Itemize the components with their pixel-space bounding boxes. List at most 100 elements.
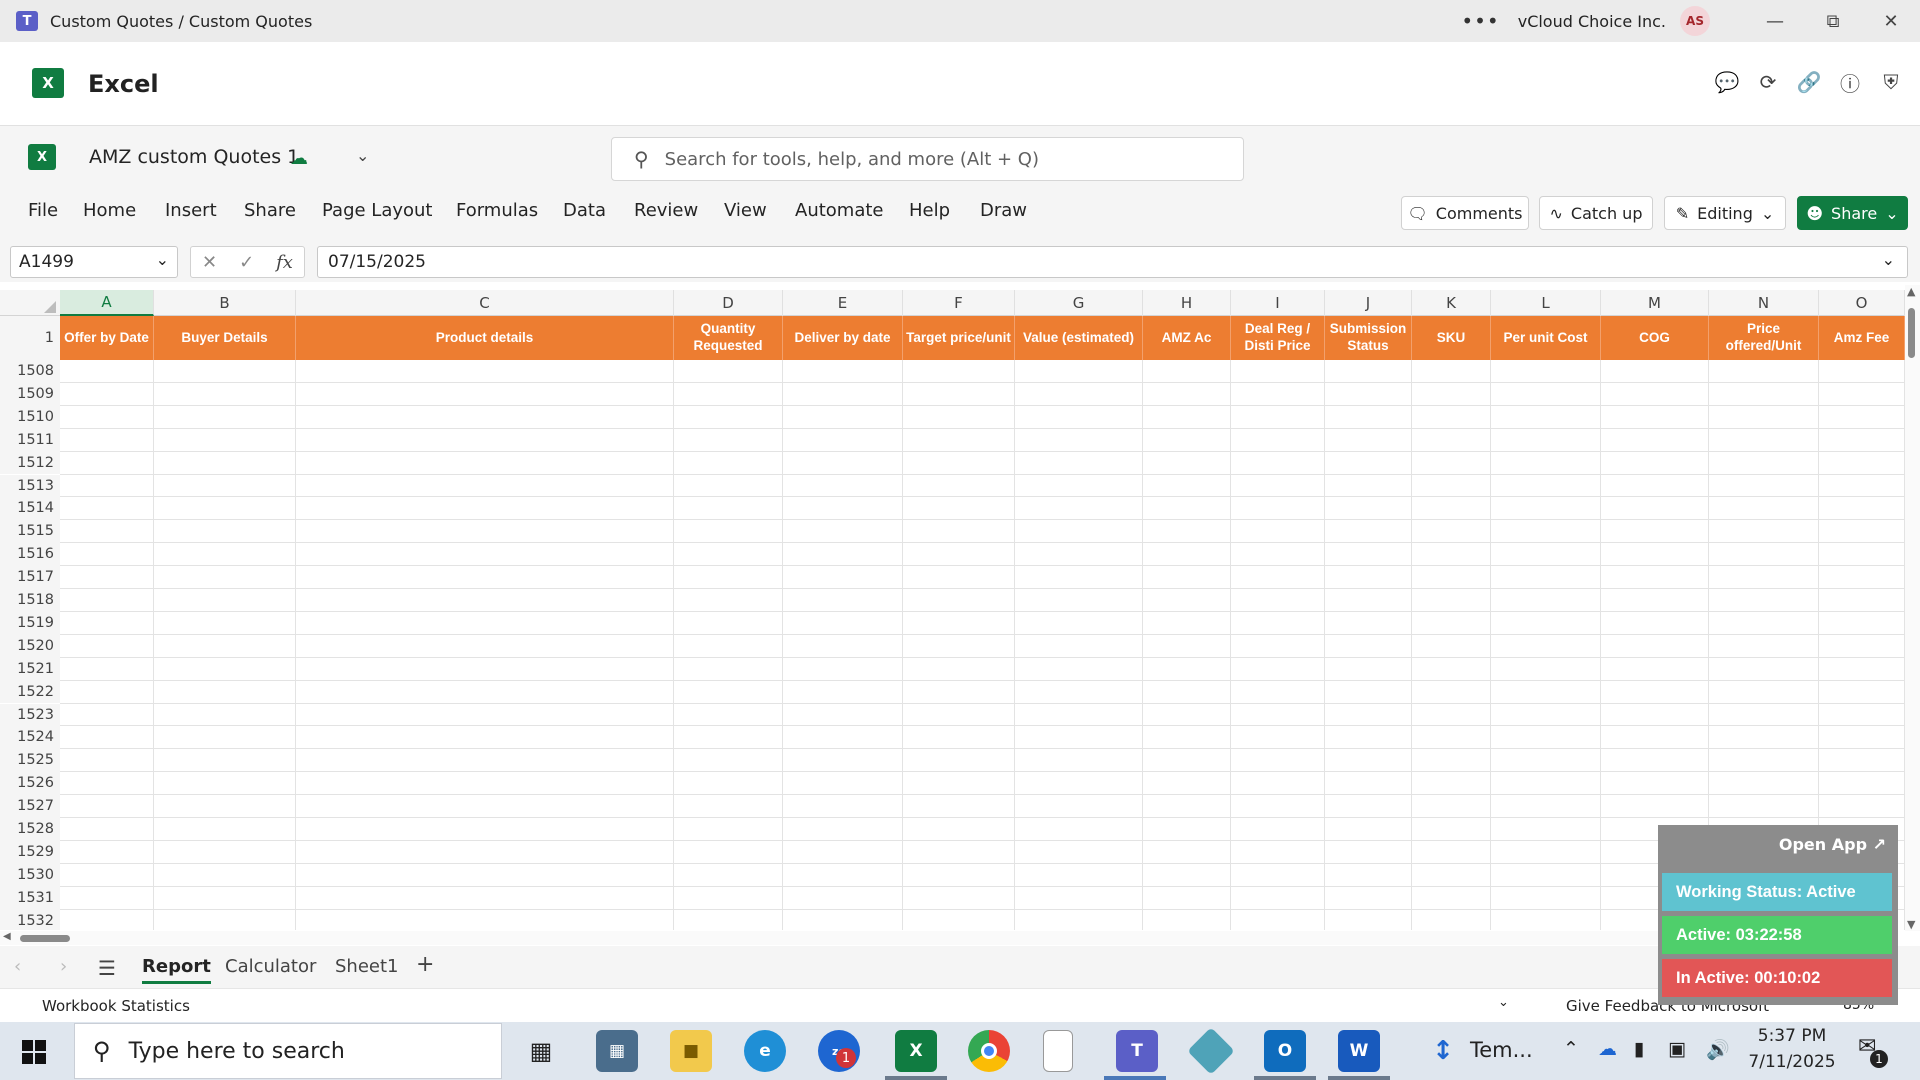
row-number[interactable]: 1513 xyxy=(0,474,60,498)
document-app-icon[interactable] xyxy=(1043,1030,1073,1072)
tab-sheet1[interactable]: Sheet1 xyxy=(335,956,399,977)
clock-time[interactable]: 5:37 PM xyxy=(1752,1026,1832,1046)
link-icon[interactable]: 🔗 xyxy=(1795,68,1823,96)
volume-icon[interactable]: 🔊 xyxy=(1706,1038,1730,1061)
comments-button[interactable]: 🗨 Comments xyxy=(1401,196,1529,230)
column-header-k[interactable]: K xyxy=(1412,290,1491,316)
row-number[interactable]: 1532 xyxy=(0,909,60,930)
column-header-m[interactable]: M xyxy=(1601,290,1709,316)
word-app-icon[interactable]: W xyxy=(1338,1030,1380,1072)
share-button[interactable]: ☻ Share ⌄ xyxy=(1797,196,1908,230)
column-header-c[interactable]: C xyxy=(296,290,674,316)
info-icon[interactable]: ⓘ xyxy=(1836,68,1864,96)
restore-button[interactable]: ⧉ xyxy=(1804,0,1862,42)
header-cell-o[interactable]: Amz Fee xyxy=(1819,316,1905,360)
menu-help[interactable]: Help xyxy=(909,200,950,221)
row-number[interactable]: 1516 xyxy=(0,543,60,567)
menu-draw[interactable]: Draw xyxy=(980,200,1027,221)
menu-share[interactable]: Share xyxy=(244,200,296,221)
menu-file[interactable]: File xyxy=(28,200,58,221)
menu-home[interactable]: Home xyxy=(83,200,136,221)
column-header-i[interactable]: I xyxy=(1231,290,1325,316)
more-options-icon[interactable]: ••• xyxy=(1461,9,1499,33)
chevron-down-icon[interactable]: ⌄ xyxy=(356,146,369,165)
temperature-app-icon[interactable]: ↕ xyxy=(1422,1030,1464,1072)
row-number[interactable]: 1510 xyxy=(0,405,60,429)
header-cell-m[interactable]: COG xyxy=(1601,316,1709,360)
avatar[interactable]: AS xyxy=(1680,6,1710,36)
row-number[interactable]: 1530 xyxy=(0,863,60,887)
row-number[interactable]: 1517 xyxy=(0,566,60,589)
workbook-statistics[interactable]: Workbook Statistics xyxy=(42,997,190,1015)
menu-review[interactable]: Review xyxy=(634,200,698,221)
column-header-e[interactable]: E xyxy=(783,290,903,316)
row-number[interactable]: 1511 xyxy=(0,428,60,452)
temperature-app-label[interactable]: Tem... xyxy=(1470,1038,1533,1062)
chat-icon[interactable]: 💬 xyxy=(1713,68,1741,96)
header-cell-i[interactable]: Deal Reg / Disti Price xyxy=(1231,316,1325,360)
catch-up-button[interactable]: ∿ Catch up xyxy=(1539,196,1653,230)
header-cell-a[interactable]: Offer by Date xyxy=(60,316,154,360)
header-cell-f[interactable]: Target price/unit xyxy=(903,316,1015,360)
taskbar-search[interactable]: ⚲ Type here to search xyxy=(74,1023,502,1079)
row-number[interactable]: 1509 xyxy=(0,382,60,406)
check-icon[interactable]: ✓ xyxy=(239,252,254,273)
app-diamond-icon[interactable] xyxy=(1187,1027,1235,1075)
clock-date[interactable]: 7/11/2025 xyxy=(1745,1052,1839,1072)
row-number[interactable]: 1525 xyxy=(0,749,60,773)
organization-name[interactable]: vCloud Choice Inc. xyxy=(1518,12,1666,31)
formula-input[interactable]: 07/15/2025 ⌄ xyxy=(317,246,1908,278)
next-sheet-icon[interactable]: › xyxy=(60,956,67,977)
row-number[interactable]: 1519 xyxy=(0,611,60,635)
header-cell-l[interactable]: Per unit Cost xyxy=(1491,316,1601,360)
row-number[interactable]: 1529 xyxy=(0,840,60,864)
outlook-app-icon[interactable]: O xyxy=(1264,1030,1306,1072)
menu-data[interactable]: Data xyxy=(563,200,606,221)
expand-formula-icon[interactable]: ⌄ xyxy=(1882,250,1895,269)
name-box[interactable]: A1499 ⌄ xyxy=(10,246,178,278)
all-sheets-menu-icon[interactable]: ☰ xyxy=(98,956,116,980)
horizontal-scroll-thumb[interactable] xyxy=(20,935,70,942)
row-number[interactable]: 1524 xyxy=(0,726,60,750)
column-header-j[interactable]: J xyxy=(1325,290,1412,316)
network-icon[interactable]: ▣ xyxy=(1668,1038,1686,1060)
open-app-link[interactable]: Open App ↗ xyxy=(1779,835,1886,854)
battery-icon[interactable]: ▮ xyxy=(1634,1038,1644,1060)
menu-formulas[interactable]: Formulas xyxy=(456,200,538,221)
menu-page-layout[interactable]: Page Layout xyxy=(322,200,433,221)
header-cell-c[interactable]: Product details xyxy=(296,316,674,360)
scroll-up-icon[interactable]: ▲ xyxy=(1907,285,1915,298)
header-cell-k[interactable]: SKU xyxy=(1412,316,1491,360)
header-cell-b[interactable]: Buyer Details xyxy=(154,316,296,360)
header-cell-h[interactable]: AMZ Ac xyxy=(1143,316,1231,360)
search-box[interactable]: ⚲ xyxy=(611,137,1244,181)
column-header-o[interactable]: O xyxy=(1819,290,1905,316)
close-button[interactable]: ✕ xyxy=(1862,0,1920,42)
search-input[interactable] xyxy=(664,148,1225,170)
row-number[interactable]: 1521 xyxy=(0,657,60,681)
calculator-app-icon[interactable]: ▦ xyxy=(596,1030,638,1072)
header-cell-d[interactable]: Quantity Requested xyxy=(674,316,783,360)
prev-sheet-icon[interactable]: ‹ xyxy=(14,956,21,977)
header-cell-n[interactable]: Price offered/Unit xyxy=(1709,316,1819,360)
chevron-down-icon[interactable]: ⌄ xyxy=(1498,995,1509,1010)
row-number[interactable]: 1523 xyxy=(0,703,60,727)
menu-insert[interactable]: Insert xyxy=(165,200,217,221)
teams-app-icon[interactable]: T xyxy=(1116,1030,1158,1072)
column-header-b[interactable]: B xyxy=(154,290,296,316)
add-sheet-button[interactable]: + xyxy=(416,952,434,977)
scroll-down-icon[interactable]: ▼ xyxy=(1907,918,1915,931)
column-header-d[interactable]: D xyxy=(674,290,783,316)
row-number[interactable]: 1522 xyxy=(0,680,60,704)
cancel-icon[interactable]: ✕ xyxy=(202,252,217,273)
scroll-left-icon[interactable]: ◀ xyxy=(3,931,11,942)
column-header-l[interactable]: L xyxy=(1491,290,1601,316)
task-view-icon[interactable]: ▦ xyxy=(520,1030,562,1072)
row-number[interactable]: 1512 xyxy=(0,451,60,475)
horizontal-scrollbar[interactable]: ◀ xyxy=(0,931,1660,945)
windows-start-icon[interactable] xyxy=(22,1040,46,1064)
vertical-scroll-thumb[interactable] xyxy=(1908,308,1915,358)
row-number[interactable]: 1527 xyxy=(0,795,60,818)
row-number[interactable]: 1 xyxy=(0,316,60,360)
chrome-browser-icon[interactable] xyxy=(968,1030,1010,1072)
